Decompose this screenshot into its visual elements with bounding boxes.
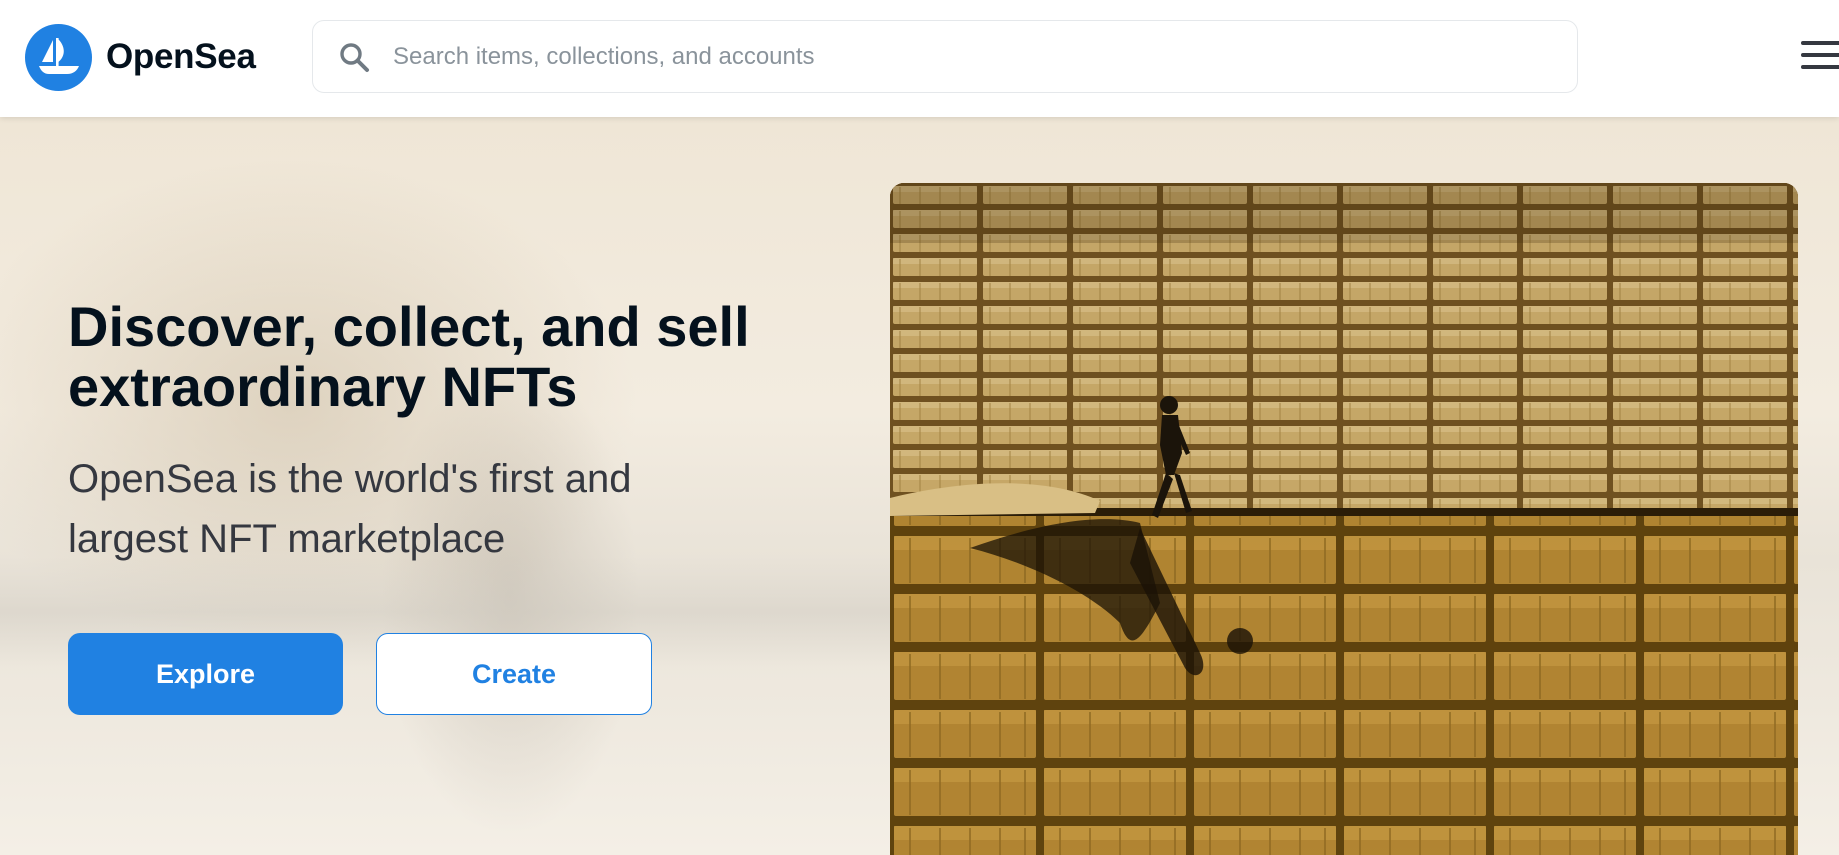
- menu-line: [1801, 41, 1839, 45]
- menu-line: [1801, 53, 1839, 57]
- headline-line: Discover, collect, and sell: [68, 295, 750, 358]
- headline-line: extraordinary NFTs: [68, 355, 578, 418]
- brand-name: OpenSea: [106, 37, 256, 76]
- hero-subheadline: OpenSea is the world's first and largest…: [68, 449, 748, 569]
- create-button[interactable]: Create: [376, 633, 652, 715]
- subheadline-line: OpenSea is the world's first and: [68, 457, 632, 501]
- subheadline-line: largest NFT marketplace: [68, 517, 506, 561]
- search-input[interactable]: [391, 35, 1545, 78]
- featured-artwork-image: [890, 183, 1798, 855]
- hero-section: Discover, collect, and sell extraordinar…: [0, 117, 1839, 855]
- menu-line: [1801, 65, 1839, 69]
- boat-logo-icon: [25, 23, 92, 91]
- featured-nft-image[interactable]: [890, 183, 1798, 855]
- search-icon: [337, 40, 371, 74]
- search-bar[interactable]: [312, 20, 1578, 93]
- hamburger-menu-icon[interactable]: [1798, 38, 1839, 74]
- hero-headline: Discover, collect, and sell extraordinar…: [68, 297, 848, 417]
- explore-button[interactable]: Explore: [68, 633, 343, 715]
- top-navigation-bar: OpenSea: [0, 0, 1839, 117]
- opensea-logo-link[interactable]: OpenSea: [25, 23, 256, 91]
